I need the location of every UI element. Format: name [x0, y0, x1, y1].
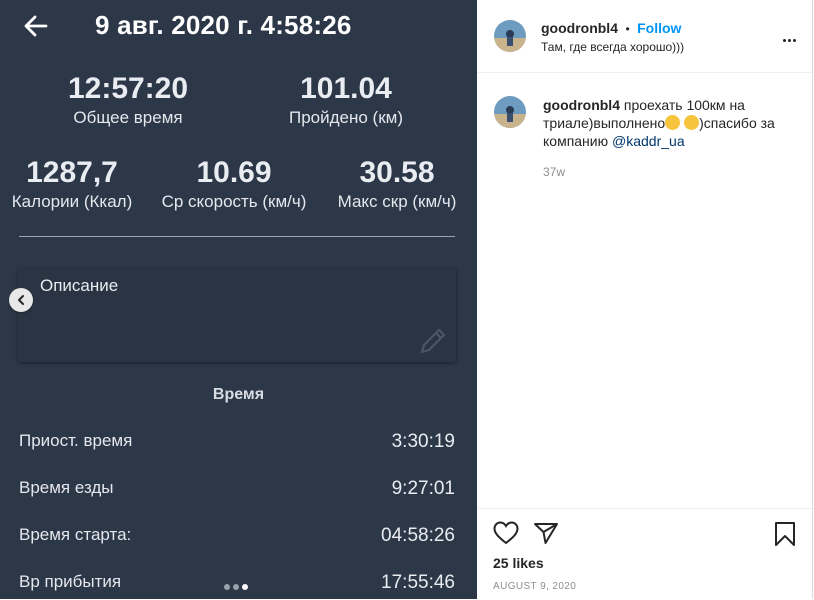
- bookmark-icon[interactable]: [774, 521, 796, 547]
- row-value: 3:30:19: [391, 431, 455, 452]
- divider: [19, 236, 455, 237]
- post-header: goodronbl4 • Follow Там, где всегда хоро…: [477, 0, 812, 73]
- post-date: AUGUST 9, 2020: [493, 581, 577, 592]
- separator-dot: •: [625, 22, 630, 36]
- stat-label: Ср скорость (км/ч): [161, 192, 307, 211]
- stat-distance: 101.04 Пройдено (км): [276, 72, 416, 128]
- caption-username-link[interactable]: goodronbl4: [543, 97, 620, 113]
- emoji-icon: [665, 115, 681, 130]
- stat-value: 30.58: [359, 156, 435, 189]
- location-link[interactable]: Там, где всегда хорошо))): [541, 40, 684, 54]
- description-box: Описание: [18, 268, 456, 362]
- activity-datetime: 9 авг. 2020 г. 4:58:26: [95, 10, 352, 40]
- username-link[interactable]: goodronbl4: [541, 20, 618, 36]
- stat-calories: 1287,7 Калории (Ккал): [2, 156, 142, 212]
- stat-avg-speed: 10.69 Ср скорость (км/ч): [154, 156, 314, 212]
- share-icon[interactable]: [533, 521, 559, 545]
- previous-image-button[interactable]: [9, 288, 33, 312]
- row-value: 04:58:26: [381, 525, 455, 546]
- row-label: Время старта:: [19, 525, 132, 544]
- action-bar: 25 likes AUGUST 9, 2020: [477, 508, 812, 600]
- carousel-dot: [224, 584, 230, 590]
- heart-icon[interactable]: [493, 521, 519, 545]
- pencil-icon: [420, 328, 446, 354]
- emoji-icon: [684, 115, 700, 130]
- avatar[interactable]: [494, 20, 526, 52]
- stat-value: 1287,7: [26, 156, 118, 189]
- time-ago: 37w: [543, 165, 566, 179]
- post-caption: goodronbl4 проехать 100км на триале)выпо…: [543, 96, 793, 150]
- stat-label: Пройдено (км): [288, 108, 403, 127]
- row-value: 17:55:46: [381, 572, 455, 593]
- mention-link[interactable]: @kaddr_ua: [612, 133, 685, 149]
- row-value: 9:27:01: [391, 478, 455, 499]
- stat-label: Калории (Ккал): [11, 192, 133, 211]
- caption-avatar[interactable]: [494, 96, 526, 128]
- stat-value: 101.04: [300, 72, 392, 105]
- follow-button[interactable]: Follow: [637, 20, 681, 36]
- carousel-dot-active: [242, 584, 248, 590]
- description-label: Описание: [40, 276, 119, 295]
- post-image: 9 авг. 2020 г. 4:58:26 12:57:20 Общее вр…: [0, 0, 477, 599]
- stat-label: Макс скр (км/ч): [337, 192, 457, 211]
- back-arrow-icon: [24, 15, 48, 37]
- row-label: Приост. время: [19, 431, 133, 450]
- carousel-dots: [224, 577, 251, 595]
- chevron-left-icon: [18, 295, 24, 305]
- stat-total-time: 12:57:20 Общее время: [58, 72, 198, 128]
- stat-label: Общее время: [73, 108, 183, 127]
- more-icon[interactable]: [781, 29, 796, 47]
- stat-value: 12:57:20: [67, 72, 189, 105]
- carousel-dot: [233, 584, 239, 590]
- post-side-panel: goodronbl4 • Follow Там, где всегда хоро…: [477, 0, 813, 599]
- row-label: Время езды: [19, 478, 114, 497]
- stat-max-speed: 30.58 Макс скр (км/ч): [322, 156, 472, 212]
- section-title-time: Время: [212, 386, 265, 403]
- likes-count[interactable]: 25 likes: [493, 555, 544, 571]
- stat-value: 10.69: [196, 156, 272, 189]
- row-label: Вр прибытия: [19, 572, 122, 591]
